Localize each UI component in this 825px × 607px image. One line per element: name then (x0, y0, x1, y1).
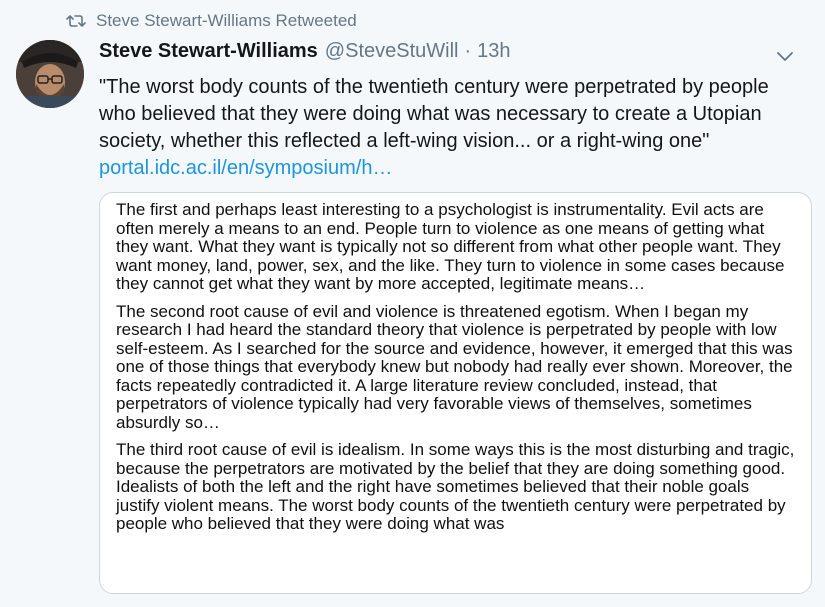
excerpt-paragraph: The second root cause of evil and violen… (116, 301, 793, 432)
excerpt-paragraph: The third root cause of evil is idealism… (116, 440, 795, 533)
tweet[interactable]: Steve Stewart-Williams Retweeted Steve S… (0, 0, 825, 607)
attached-image[interactable]: The first and perhaps least interesting … (99, 192, 812, 594)
avatar[interactable] (16, 40, 84, 108)
tweet-text: "The worst body counts of the twentieth … (99, 76, 769, 152)
chevron-down-icon[interactable] (775, 46, 795, 66)
tweet-header: Steve Stewart-Williams @SteveStuWill · 1… (99, 40, 809, 68)
tweet-body: "The worst body counts of the twentieth … (99, 74, 809, 182)
retweet-label[interactable]: Steve Stewart-Williams Retweeted (96, 11, 357, 31)
user-handle[interactable]: @SteveStuWill (325, 40, 459, 63)
display-name[interactable]: Steve Stewart-Williams (99, 40, 318, 63)
timestamp[interactable]: 13h (477, 40, 510, 63)
retweet-context: Steve Stewart-Williams Retweeted (66, 10, 357, 32)
separator-dot: · (464, 40, 472, 62)
tweet-link[interactable]: portal.idc.ac.il/en/symposium/h… (99, 155, 809, 182)
excerpt-paragraph: The first and perhaps least interesting … (116, 200, 785, 293)
retweet-icon (66, 14, 86, 28)
image-text-excerpt: The first and perhaps least interesting … (100, 193, 811, 534)
